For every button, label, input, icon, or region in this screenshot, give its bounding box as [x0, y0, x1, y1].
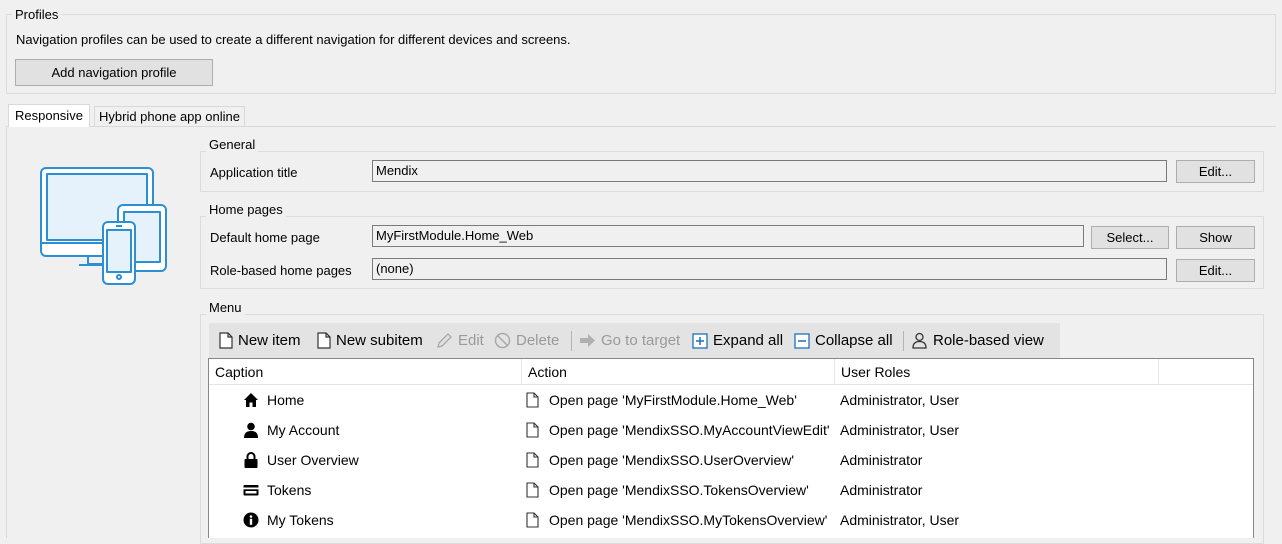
user-icon	[244, 422, 258, 438]
caption-text: Home	[267, 392, 305, 408]
go-to-target-button[interactable]: Go to target	[579, 323, 680, 358]
edit-label: Edit	[458, 332, 484, 349]
table-row[interactable]: My Tokens Open page 'MendixSSO.MyTokensO…	[209, 505, 1253, 535]
table-row[interactable]: Tokens Open page 'MendixSSO.TokensOvervi…	[209, 475, 1253, 505]
role-based-view-label: Role-based view	[933, 332, 1044, 349]
caption-cell: Tokens	[243, 475, 311, 505]
caption-cell: My Tokens	[243, 505, 334, 535]
action-cell: Open page 'MendixSSO.MyAccountViewEdit'	[526, 415, 830, 445]
caption-text: My Account	[267, 422, 340, 438]
page-icon	[526, 422, 539, 438]
action-cell: Open page 'MendixSSO.UserOverview'	[526, 445, 794, 475]
user-roles-cell: Administrator, User	[840, 512, 960, 528]
home-icon	[244, 393, 258, 407]
expand-all-label: Expand all	[713, 332, 784, 349]
go-to-target-label: Go to target	[601, 332, 681, 349]
column-header-filler	[1159, 359, 1253, 385]
delete-label: Delete	[516, 332, 560, 349]
menu-items-table: Caption Action User Roles Home Open page…	[208, 358, 1254, 538]
toolbar-separator	[903, 331, 904, 351]
table-row[interactable]: My Account Open page 'MendixSSO.MyAccoun…	[209, 415, 1253, 445]
collapse-all-button[interactable]: Collapse all	[794, 323, 893, 358]
tab-hybrid-phone-app-online[interactable]: Hybrid phone app online	[94, 106, 245, 127]
show-home-page-button[interactable]: Show	[1176, 226, 1255, 249]
select-home-page-button[interactable]: Select...	[1091, 226, 1169, 249]
role-based-home-pages-field: (none)	[372, 258, 1167, 280]
action-cell: Open page 'MendixSSO.MyTokensOverview'	[526, 505, 827, 535]
user-roles-cell: Administrator	[840, 482, 923, 498]
action-text: Open page 'MendixSSO.MyAccountViewEdit'	[549, 422, 830, 438]
action-text: Open page 'MyFirstModule.Home_Web'	[549, 392, 797, 408]
action-text: Open page 'MendixSSO.UserOverview'	[549, 452, 795, 468]
column-header-user-roles[interactable]: User Roles	[835, 359, 1159, 385]
arrow-right-icon	[580, 334, 595, 347]
profiles-description: Navigation profiles can be used to creat…	[16, 32, 571, 47]
user-roles-cell: Administrator	[840, 452, 923, 468]
caption-text: Tokens	[267, 482, 312, 498]
add-navigation-profile-button[interactable]: Add navigation profile	[15, 59, 213, 86]
table-row[interactable]: User Overview Open page 'MendixSSO.UserO…	[209, 445, 1253, 475]
edit-button[interactable]: Edit	[436, 323, 484, 358]
card-icon	[243, 485, 259, 496]
role-based-home-pages-label: Role-based home pages	[210, 263, 352, 278]
user-outline-icon	[912, 332, 927, 349]
new-item-label: New item	[238, 332, 301, 349]
column-header-caption[interactable]: Caption	[209, 359, 522, 385]
caption-cell: My Account	[243, 415, 339, 445]
user-roles-cell: Administrator, User	[840, 422, 960, 438]
expand-icon	[692, 332, 708, 349]
expand-all-button[interactable]: Expand all	[692, 323, 783, 358]
action-cell: Open page 'MendixSSO.TokensOverview'	[526, 475, 809, 505]
profiles-legend: Profiles	[12, 7, 62, 22]
menu-toolbar: New item New subitem Edit Delete Go to t…	[209, 323, 1060, 358]
new-subitem-button[interactable]: New subitem	[317, 323, 423, 358]
caption-cell: Home	[243, 385, 304, 415]
tab-responsive[interactable]: Responsive	[8, 104, 90, 127]
responsive-devices-icon	[36, 163, 171, 288]
collapse-all-label: Collapse all	[815, 332, 893, 349]
page-icon	[526, 392, 539, 408]
caption-cell: User Overview	[243, 445, 359, 475]
new-document-icon	[317, 332, 331, 349]
new-document-icon	[219, 332, 233, 349]
default-home-page-label: Default home page	[210, 230, 320, 245]
page-icon	[526, 512, 539, 528]
toolbar-separator	[571, 331, 572, 351]
action-text: Open page 'MendixSSO.MyTokensOverview'	[549, 512, 828, 528]
info-icon	[243, 512, 259, 528]
collapse-icon	[794, 332, 810, 349]
delete-button[interactable]: Delete	[494, 323, 559, 358]
action-cell: Open page 'MyFirstModule.Home_Web'	[526, 385, 797, 415]
application-title-field: Mendix	[372, 160, 1167, 182]
menu-legend: Menu	[206, 300, 245, 315]
new-item-button[interactable]: New item	[219, 323, 301, 358]
role-based-view-button[interactable]: Role-based view	[911, 323, 1044, 358]
table-row[interactable]: Home Open page 'MyFirstModule.Home_Web' …	[209, 385, 1253, 415]
action-text: Open page 'MendixSSO.TokensOverview'	[549, 482, 809, 498]
general-legend: General	[206, 137, 259, 152]
application-title-label: Application title	[210, 165, 298, 180]
page-icon	[526, 482, 539, 498]
column-header-action[interactable]: Action	[522, 359, 835, 385]
user-roles-cell: Administrator, User	[840, 392, 960, 408]
lock-icon	[244, 452, 258, 468]
home-pages-legend: Home pages	[206, 202, 286, 217]
default-home-page-field: MyFirstModule.Home_Web	[372, 225, 1084, 247]
edit-application-title-button[interactable]: Edit...	[1176, 160, 1255, 183]
pencil-icon	[437, 333, 452, 348]
caption-text: My Tokens	[267, 512, 334, 528]
delete-icon	[494, 332, 511, 349]
caption-text: User Overview	[267, 452, 359, 468]
new-subitem-label: New subitem	[336, 332, 423, 349]
edit-role-based-home-pages-button[interactable]: Edit...	[1176, 259, 1255, 282]
page-icon	[526, 452, 539, 468]
